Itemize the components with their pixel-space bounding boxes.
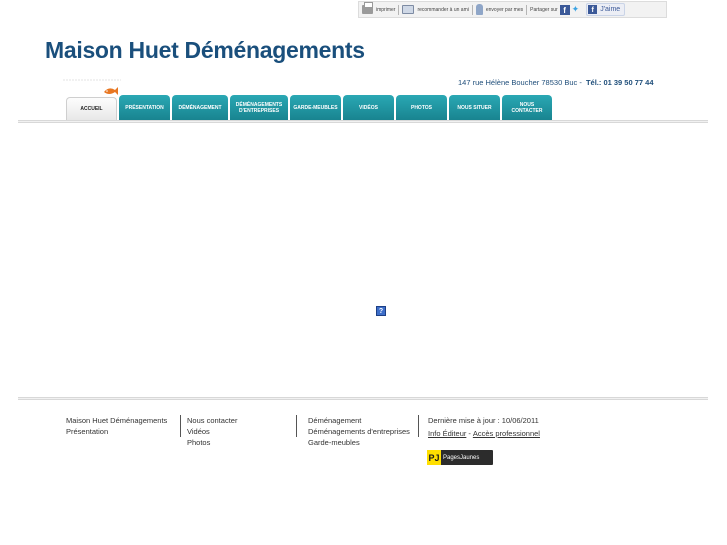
pages-jaunes-label: PagesJaunes <box>443 454 480 461</box>
footer-link-photos[interactable]: Photos <box>187 437 237 448</box>
footer-link-home[interactable]: Maison Huet Déménagements <box>66 415 167 426</box>
footer-link-contact[interactable]: Nous contacter <box>187 415 237 426</box>
recommend-link[interactable]: recommander à un ami <box>399 2 471 17</box>
footer-link-demenagement[interactable]: Déménagement <box>308 415 410 426</box>
tab-presentation[interactable]: Présentation <box>119 95 170 122</box>
main-nav: Accueil Présentation Déménagement Déména… <box>66 94 554 122</box>
site-title[interactable]: Maison Huet Déménagements <box>45 37 365 64</box>
footer-link-videos[interactable]: Vidéos <box>187 426 237 437</box>
tab-demenagements-entreprises[interactable]: Déménagements d'entreprises <box>230 95 288 122</box>
facebook-share-icon[interactable]: f <box>559 4 570 15</box>
facebook-icon: f <box>588 5 598 14</box>
address-text: 147 rue Hélène Boucher 78530 Buc <box>458 78 578 87</box>
footer-link-garde-meubles[interactable]: Garde-meubles <box>308 437 410 448</box>
footer-column-1: Maison Huet Déménagements Présentation <box>66 415 167 437</box>
footer-divider <box>18 397 708 400</box>
tab-photos[interactable]: Photos <box>396 95 447 122</box>
pages-jaunes-logo-icon: PJ <box>427 450 441 465</box>
tab-accueil[interactable]: Accueil <box>66 97 117 122</box>
share-toolbar: imprimer recommander à un ami envoyer pa… <box>358 1 667 18</box>
footer-link-entreprises[interactable]: Déménagements d'entreprises <box>308 426 410 437</box>
facebook-like-button[interactable]: f J'aime <box>586 3 626 16</box>
pages-jaunes-badge[interactable]: PJ PagesJaunes <box>427 450 493 465</box>
tab-nous-contacter[interactable]: Nous contacter <box>502 95 552 122</box>
envelope-person-icon <box>402 5 415 14</box>
footer-column-3: Déménagement Déménagements d'entreprises… <box>296 415 410 447</box>
footer-link-presentation[interactable]: Présentation <box>66 426 167 437</box>
twitter-share-icon[interactable]: ✦ <box>572 4 580 15</box>
tab-nous-situer[interactable]: Nous situer <box>449 95 500 122</box>
tab-videos[interactable]: Vidéos <box>343 95 394 122</box>
footer-column-2: Nous contacter Vidéos Photos <box>180 415 237 447</box>
address-separator: - <box>579 78 582 87</box>
footer-column-4: Dernière mise à jour : 10/06/2011 Info É… <box>418 415 540 439</box>
nav-divider <box>18 120 708 123</box>
last-updated: Dernière mise à jour : 10/06/2011 <box>428 416 539 425</box>
contact-line: 147 rue Hélène Boucher 78530 Buc - Tél.:… <box>458 78 654 87</box>
tab-demenagement[interactable]: Déménagement <box>172 95 228 122</box>
share-label: Partager sur <box>530 6 558 13</box>
link-separator: - <box>468 429 471 438</box>
tab-garde-meubles[interactable]: Garde-meubles <box>290 95 341 122</box>
recommend-label: recommander à un ami <box>417 6 469 13</box>
missing-image-icon: ? <box>376 306 386 316</box>
info-editeur-link[interactable]: Info Éditeur <box>428 428 466 439</box>
like-label: J'aime <box>600 6 621 13</box>
logo-line <box>63 79 121 81</box>
print-link[interactable]: imprimer <box>359 2 398 17</box>
print-label: imprimer <box>376 6 396 13</box>
person-icon <box>475 4 483 15</box>
footer-legal-links: Info Éditeur - Accès professionnel <box>428 428 540 439</box>
share-group: Partager sur f ✦ <box>527 2 582 17</box>
email-link[interactable]: envoyer par mes <box>473 2 526 17</box>
printer-icon <box>362 2 373 14</box>
acces-pro-link[interactable]: Accès professionnel <box>473 428 540 439</box>
email-label: envoyer par mes <box>485 6 524 13</box>
phone-number: Tél.: 01 39 50 77 44 <box>585 78 654 87</box>
